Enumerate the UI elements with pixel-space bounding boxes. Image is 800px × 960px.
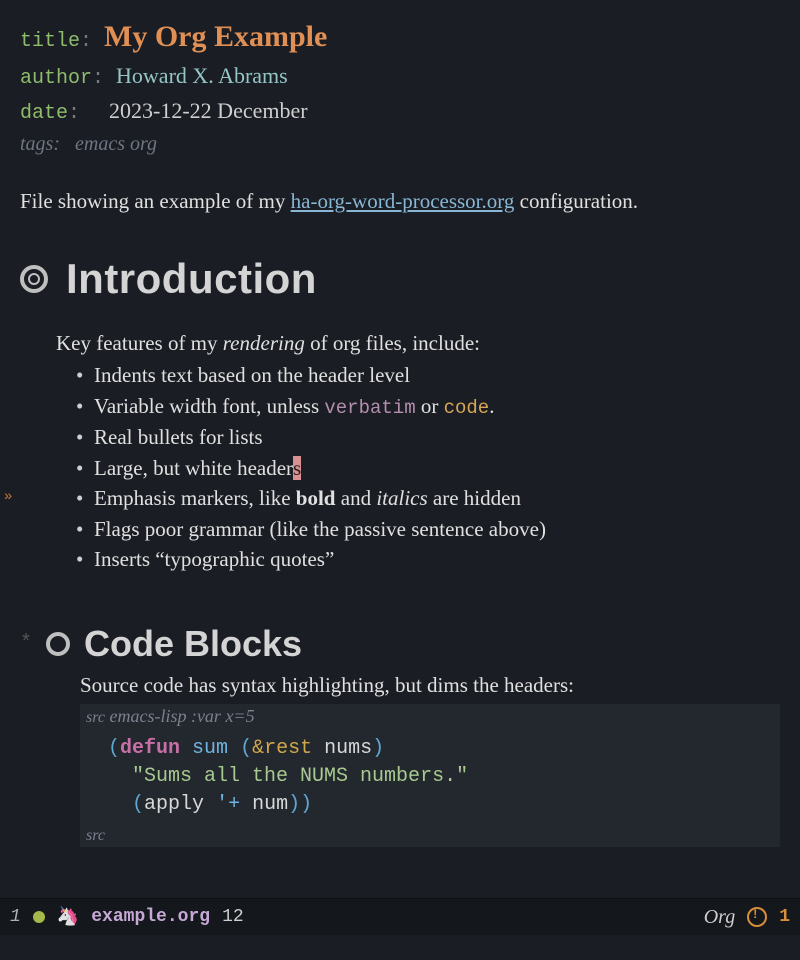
- date-value: 2023-12-22 December: [109, 98, 308, 123]
- mode-line[interactable]: 1 🦄 example.org 12 Org 1: [0, 898, 800, 935]
- heading-text: Introduction: [66, 255, 317, 303]
- unicorn-icon: 🦄: [57, 906, 79, 928]
- list-item: » Emphasis markers, like bold and italic…: [76, 483, 780, 513]
- tags-value: emacs org: [75, 133, 157, 155]
- lead-sentence: Key features of my rendering of org file…: [56, 331, 780, 356]
- editor-buffer[interactable]: title: My Org Example author: Howard X. …: [0, 0, 800, 898]
- text-cursor: s: [293, 456, 301, 480]
- verbatim-text: verbatim: [324, 397, 415, 419]
- list-item: Flags poor grammar (like the passive sen…: [76, 514, 780, 544]
- list-item: Real bullets for lists: [76, 422, 780, 452]
- feature-list: Indents text based on the header level V…: [76, 360, 780, 574]
- collapsed-star-icon: *: [20, 632, 32, 655]
- flycheck-warning-count: 1: [779, 907, 790, 927]
- tags-keyword: tags:: [20, 133, 60, 155]
- heading-text: Code Blocks: [84, 623, 302, 665]
- heading-bullet-icon: [20, 265, 48, 293]
- modified-indicator-icon: [33, 911, 45, 923]
- echo-area: [0, 935, 800, 960]
- list-item: Variable width font, unless verbatim or …: [76, 391, 780, 423]
- title-keyword: title: [20, 30, 80, 53]
- meta-author: author: Howard X. Abrams: [20, 59, 780, 94]
- window-number: 1: [10, 907, 21, 927]
- code-lead: Source code has syntax highlighting, but…: [80, 673, 780, 698]
- heading-code-blocks[interactable]: * Code Blocks: [20, 623, 780, 665]
- list-item: Indents text based on the header level: [76, 360, 780, 390]
- line-number: 12: [222, 907, 244, 927]
- author-value: Howard X. Abrams: [116, 63, 288, 88]
- title-value: My Org Example: [104, 20, 327, 53]
- list-item: Large, but white headers: [76, 453, 780, 483]
- meta-tags: tags: emacs org: [20, 129, 780, 159]
- meta-date: date: 2023-12-22 December: [20, 94, 780, 129]
- source-code-block[interactable]: (defun sum (&rest nums) "Sums all the NU…: [80, 729, 780, 825]
- date-keyword: date: [20, 102, 68, 125]
- code-text: code: [444, 397, 490, 419]
- author-keyword: author: [20, 67, 92, 90]
- meta-title: title: My Org Example: [20, 14, 780, 59]
- heading-bullet-icon: [46, 632, 70, 656]
- src-block-end: src: [80, 825, 780, 847]
- heading-introduction[interactable]: Introduction: [20, 255, 780, 303]
- src-block-header: src emacs-lisp :var x=5: [80, 704, 780, 729]
- config-link[interactable]: ha-org-word-processor.org: [291, 189, 515, 213]
- fringe-indicator-icon: »: [4, 487, 12, 507]
- flycheck-warning-icon[interactable]: [747, 907, 767, 927]
- buffer-name[interactable]: example.org: [91, 907, 210, 927]
- list-item: Inserts “typographic quotes”: [76, 544, 780, 574]
- major-mode[interactable]: Org: [704, 906, 735, 929]
- intro-paragraph: File showing an example of my ha-org-wor…: [20, 187, 780, 215]
